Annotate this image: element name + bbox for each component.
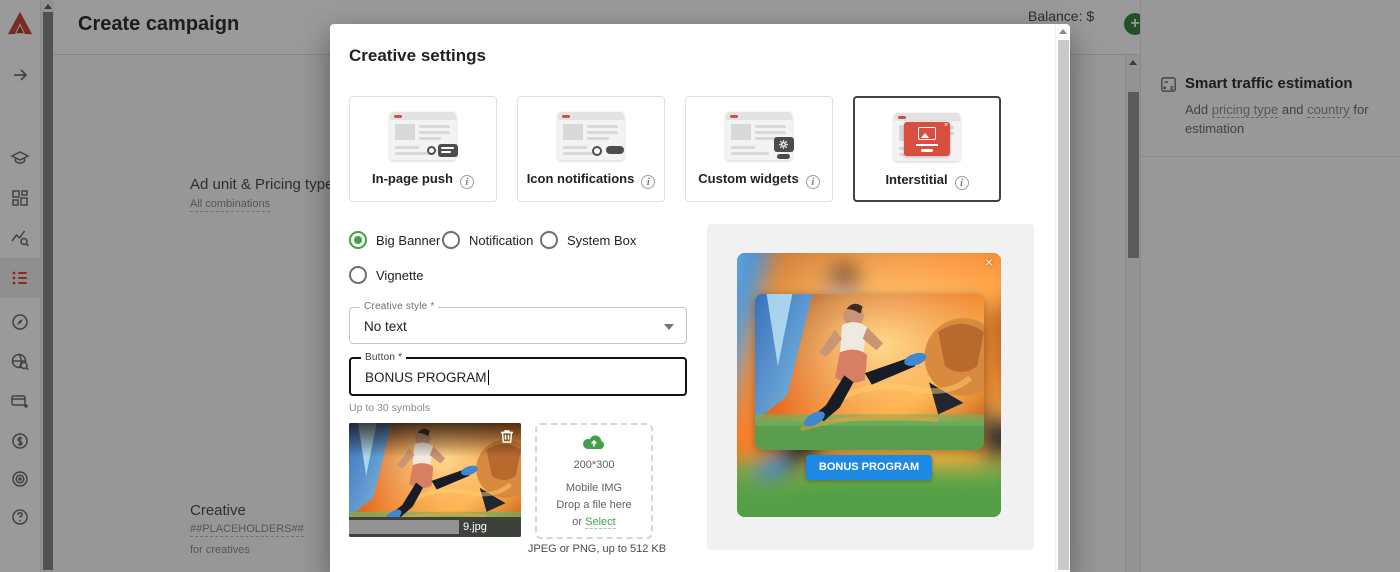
interstitial-overlay-icon	[904, 122, 950, 156]
select-file-link[interactable]: Select	[585, 516, 616, 529]
radio-circle-icon	[349, 266, 367, 284]
card-custom-widgets[interactable]: Custom widgets	[685, 96, 833, 202]
browser-illustration	[558, 112, 624, 160]
preview-close-icon: ×	[984, 254, 993, 270]
radio-big-banner[interactable]: Big Banner	[349, 231, 440, 249]
browser-illustration	[390, 112, 458, 160]
radio-circle-icon	[349, 231, 367, 249]
upload-line1: Mobile IMG	[565, 482, 623, 494]
input-value: BONUS PROGRAM	[365, 370, 489, 385]
mobile-img-dropzone[interactable]: 200*300 Mobile IMG Drop a file here or S…	[535, 423, 653, 539]
radio-label: System Box	[567, 232, 637, 248]
card-label-row: Custom widgets	[686, 171, 832, 189]
info-icon[interactable]	[641, 175, 656, 189]
preview-main-image	[755, 294, 984, 450]
preview-cta-button: BONUS PROGRAM	[805, 455, 933, 480]
notification-circle-icon	[592, 146, 602, 156]
or-text: or	[572, 516, 586, 528]
card-label-row: In-page push	[350, 171, 496, 189]
radio-vignette[interactable]: Vignette	[349, 266, 423, 284]
thumbnail-shade	[349, 423, 521, 457]
radio-circle-icon	[442, 231, 460, 249]
card-label: In-page push	[372, 171, 453, 186]
filename-bar: 9.jpg	[349, 517, 521, 537]
info-icon[interactable]	[805, 175, 820, 189]
filename-text: 9.jpg	[463, 521, 487, 533]
upload-size: 200*300	[573, 459, 615, 471]
upload-note: JPEG or PNG, up to 512 KB	[527, 543, 667, 555]
creative-settings-modal: Creative settings In-page pushi Icon not…	[330, 24, 1070, 572]
upload-line2: Drop a file here	[556, 499, 632, 511]
interstitial-preview-card: BONUS PROGRAM ×	[737, 253, 1001, 517]
upload-line3: or Select	[572, 515, 616, 529]
input-text: BONUS PROGRAM	[365, 370, 487, 385]
info-icon[interactable]	[954, 176, 969, 190]
creative-preview-panel: BONUS PROGRAM ×	[707, 224, 1034, 550]
card-label-row: Interstitial	[855, 172, 999, 190]
creative-style-select[interactable]: Creative style * No text	[349, 301, 687, 344]
cloud-upload-icon	[583, 435, 604, 449]
push-banner-icon	[438, 144, 458, 157]
radio-system-box[interactable]: System Box	[540, 231, 636, 249]
card-label-row: Icon notifications	[518, 171, 664, 189]
select-value: No text	[364, 319, 407, 334]
scroll-up-icon[interactable]	[1059, 29, 1067, 34]
info-icon[interactable]	[459, 175, 474, 189]
card-interstitial[interactable]: Interstitial	[853, 96, 1001, 202]
image-icon	[918, 127, 936, 140]
browser-illustration	[894, 113, 960, 161]
delete-icon[interactable]	[500, 428, 514, 444]
radio-label: Big Banner	[376, 232, 441, 248]
card-icon-notifications[interactable]: Icon notifications	[517, 96, 665, 202]
chevron-down-icon[interactable]	[664, 324, 674, 330]
helper-text: Up to 30 symbols	[349, 402, 431, 414]
radio-label: Vignette	[376, 267, 424, 283]
button-text-input[interactable]: Button * BONUS PROGRAM	[349, 352, 687, 396]
push-circle-icon	[427, 146, 436, 155]
card-label: Custom widgets	[698, 171, 799, 186]
radio-label: Notification	[469, 232, 534, 248]
field-label: Creative style *	[360, 301, 439, 312]
modal-title: Creative settings	[349, 46, 486, 65]
uploaded-image-thumbnail[interactable]: 9.jpg	[349, 423, 521, 537]
modal-scrollbar[interactable]	[1055, 24, 1070, 572]
card-in-page-push[interactable]: In-page push	[349, 96, 497, 202]
widget-pill-icon	[777, 154, 790, 159]
close-icon	[944, 122, 948, 130]
notification-pill-icon	[606, 146, 624, 154]
text-caret	[487, 370, 489, 385]
browser-illustration	[726, 112, 794, 160]
card-label: Icon notifications	[526, 171, 635, 186]
widget-gear-icon	[774, 137, 794, 152]
filename-highlight	[349, 520, 459, 534]
field-label: Button *	[361, 352, 407, 363]
app-window: Create campaign Balance: $ + Ad unit & P…	[0, 0, 1400, 572]
radio-notification[interactable]: Notification	[442, 231, 533, 249]
radio-circle-icon	[540, 231, 558, 249]
scrollbar-thumb[interactable]	[1058, 40, 1069, 570]
card-label: Interstitial	[885, 172, 948, 187]
